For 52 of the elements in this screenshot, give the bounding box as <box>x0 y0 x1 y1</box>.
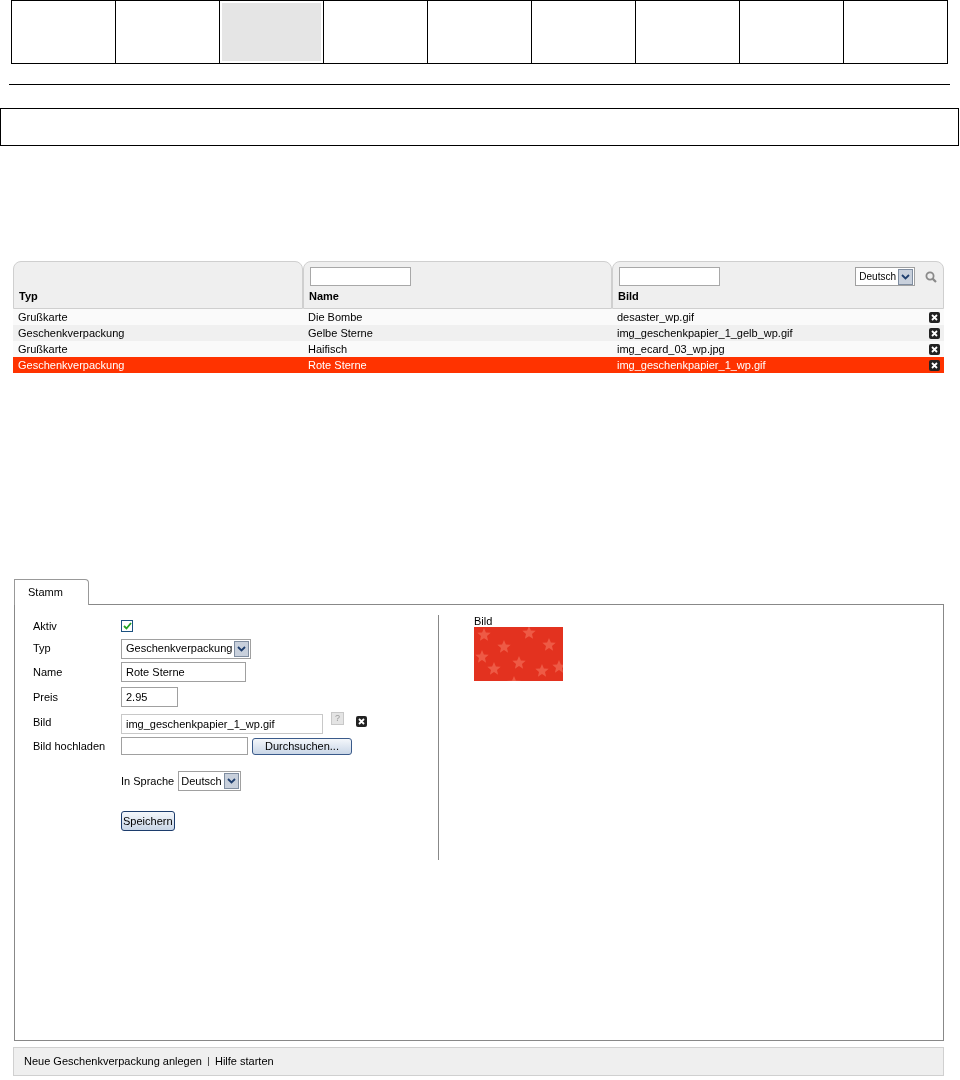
table-row[interactable]: Geschenkverpackung Rote Sterne img_geschenkpapier_1_wp.gif <box>13 357 944 373</box>
table-row[interactable]: Grußkarte Die Bombe desaster_wp.gif <box>13 309 944 325</box>
language-select[interactable]: Deutsch <box>178 771 241 791</box>
column-label: Name <box>309 288 339 304</box>
field-label: Typ <box>33 641 52 657</box>
type-select[interactable]: Geschenkverpackung <box>121 638 252 659</box>
dropdown-caret-icon <box>234 640 250 657</box>
text-field[interactable]: 2.95 <box>121 687 178 707</box>
checkbox[interactable] <box>121 620 133 632</box>
table-cell-text: Geschenkverpackung <box>17 325 126 341</box>
field-label: In Sprache <box>121 773 175 789</box>
table-cell-text: img_ecard_03_wp.jpg <box>616 341 726 357</box>
nav-tab[interactable] <box>220 1 324 63</box>
footer-link[interactable]: Hilfe starten <box>214 1053 274 1070</box>
table-cell-text: img_geschenkpapier_1_wp.gif <box>616 357 767 373</box>
delete-icon[interactable] <box>929 359 940 371</box>
delete-icon[interactable] <box>929 343 940 355</box>
footer-link[interactable]: Neue Geschenkverpackung anlegen <box>24 1053 202 1070</box>
field-label: Bild hochladen <box>33 738 107 754</box>
upload-field[interactable] <box>121 737 248 755</box>
dropdown-caret-icon <box>223 773 239 789</box>
table-cell-text: Grußkarte <box>17 341 69 357</box>
text-field[interactable]: Rote Sterne <box>121 662 246 682</box>
table-cell-text: Gelbe Sterne <box>307 325 374 341</box>
form-tab[interactable]: Stamm <box>14 579 89 605</box>
delete-icon[interactable] <box>356 715 367 727</box>
table-cell-text: Die Bombe <box>307 309 364 325</box>
field-label: Aktiv <box>33 618 58 634</box>
column-label: Typ <box>19 288 38 304</box>
search-icon[interactable] <box>925 270 937 283</box>
field-label: Name <box>33 664 64 680</box>
language-select[interactable]: Deutsch <box>855 267 915 286</box>
filter-field[interactable] <box>310 267 411 286</box>
table-cell-text: Rote Sterne <box>307 357 368 373</box>
table-cell-text: img_geschenkpapier_1_gelb_wp.gif <box>616 325 794 341</box>
delete-icon[interactable] <box>929 311 940 323</box>
image-field[interactable]: img_geschenkpapier_1_wp.gif <box>121 713 323 734</box>
table-cell-text: Geschenkverpackung <box>17 357 126 373</box>
table-cell-text: Haifisch <box>307 341 349 357</box>
delete-icon[interactable] <box>929 327 940 339</box>
table-cell-text: Grußkarte <box>17 309 69 325</box>
browse-button[interactable]: Durchsuchen... <box>252 737 352 755</box>
dropdown-caret-icon <box>898 268 913 285</box>
table-cell-text: desaster_wp.gif <box>616 309 696 325</box>
table-row[interactable]: Geschenkverpackung Gelbe Sterne img_geschenkpapier_1_gelb_wp.gif <box>13 325 944 341</box>
filter-field[interactable] <box>619 267 720 286</box>
table-row[interactable]: Grußkarte Haifisch img_ecard_03_wp.jpg <box>13 341 944 357</box>
field-label: Bild <box>33 715 53 731</box>
save-button[interactable]: Speichern <box>121 811 175 831</box>
column-label: Bild <box>618 288 639 304</box>
preview-label: Bild <box>474 615 494 627</box>
field-label: Preis <box>33 689 60 705</box>
